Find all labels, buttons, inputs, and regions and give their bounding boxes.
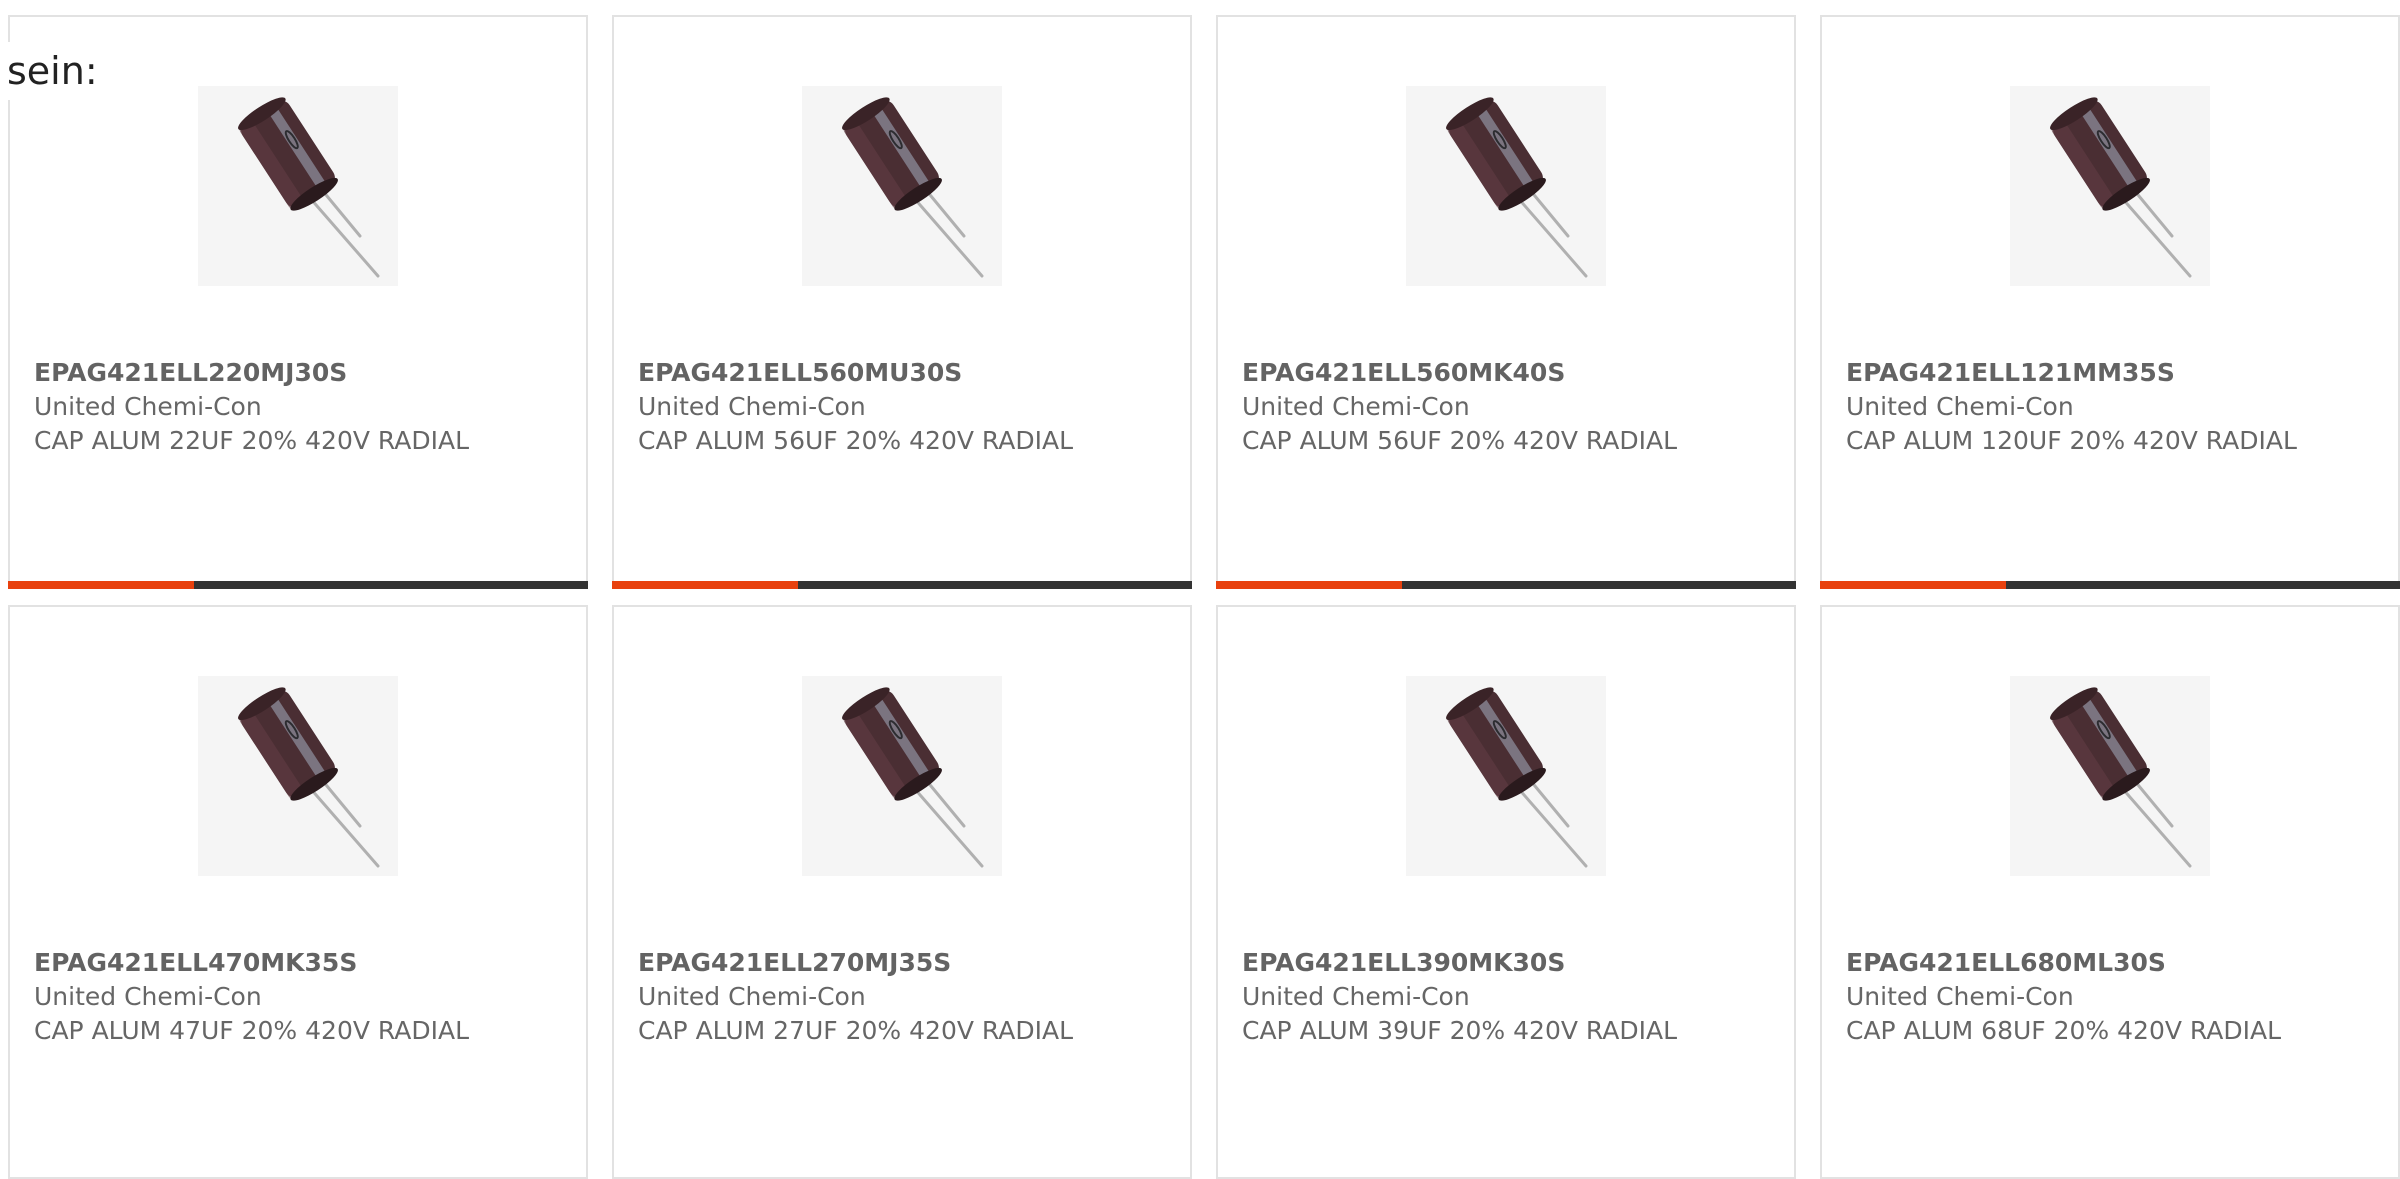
card-bottom-bar: [1820, 581, 2400, 589]
intro-text: sein:: [7, 42, 98, 100]
product-card[interactable]: EPAG421ELL560MU30S United Chemi-Con CAP …: [612, 15, 1192, 589]
product-card[interactable]: EPAG421ELL560MK40S United Chemi-Con CAP …: [1216, 15, 1796, 589]
part-number[interactable]: EPAG421ELL680ML30S: [1846, 946, 2376, 980]
product-info: EPAG421ELL220MJ30S United Chemi-Con CAP …: [34, 356, 564, 458]
product-info: EPAG421ELL121MM35S United Chemi-Con CAP …: [1846, 356, 2376, 458]
description: CAP ALUM 56UF 20% 420V RADIAL: [638, 426, 1074, 455]
description: CAP ALUM 68UF 20% 420V RADIAL: [1846, 1016, 2282, 1045]
card-bar-accent: [612, 581, 798, 589]
product-card[interactable]: EPAG421ELL680ML30S United Chemi-Con CAP …: [1820, 605, 2400, 1179]
manufacturer: United Chemi-Con: [638, 392, 866, 421]
card-bar-accent: [8, 581, 194, 589]
description: CAP ALUM 120UF 20% 420V RADIAL: [1846, 426, 2297, 455]
manufacturer: United Chemi-Con: [1846, 982, 2074, 1011]
radial-electrolytic-capacitor-icon: [198, 676, 398, 876]
description: CAP ALUM 27UF 20% 420V RADIAL: [638, 1016, 1074, 1045]
card-bar-accent: [1216, 581, 1402, 589]
product-info: EPAG421ELL560MK40S United Chemi-Con CAP …: [1242, 356, 1772, 458]
card-bottom-bar: [612, 581, 1192, 589]
product-grid: EPAG421ELL220MJ30S United Chemi-Con CAP …: [8, 15, 2400, 1179]
product-info: EPAG421ELL680ML30S United Chemi-Con CAP …: [1846, 946, 2376, 1048]
product-card[interactable]: EPAG421ELL220MJ30S United Chemi-Con CAP …: [8, 15, 588, 589]
part-number[interactable]: EPAG421ELL121MM35S: [1846, 356, 2376, 390]
description: CAP ALUM 22UF 20% 420V RADIAL: [34, 426, 470, 455]
card-bar-accent: [1820, 581, 2006, 589]
manufacturer: United Chemi-Con: [1242, 392, 1470, 421]
radial-electrolytic-capacitor-icon: [802, 86, 1002, 286]
product-info: EPAG421ELL390MK30S United Chemi-Con CAP …: [1242, 946, 1772, 1048]
product-card[interactable]: EPAG421ELL121MM35S United Chemi-Con CAP …: [1820, 15, 2400, 589]
product-info: EPAG421ELL470MK35S United Chemi-Con CAP …: [34, 946, 564, 1048]
part-number[interactable]: EPAG421ELL220MJ30S: [34, 356, 564, 390]
card-bottom-bar: [1216, 581, 1796, 589]
part-number[interactable]: EPAG421ELL560MK40S: [1242, 356, 1772, 390]
card-bottom-bar: [8, 581, 588, 589]
manufacturer: United Chemi-Con: [638, 982, 866, 1011]
part-number[interactable]: EPAG421ELL390MK30S: [1242, 946, 1772, 980]
product-card[interactable]: EPAG421ELL390MK30S United Chemi-Con CAP …: [1216, 605, 1796, 1179]
part-number[interactable]: EPAG421ELL270MJ35S: [638, 946, 1168, 980]
part-number[interactable]: EPAG421ELL560MU30S: [638, 356, 1168, 390]
part-number[interactable]: EPAG421ELL470MK35S: [34, 946, 564, 980]
description: CAP ALUM 47UF 20% 420V RADIAL: [34, 1016, 470, 1045]
radial-electrolytic-capacitor-icon: [1406, 86, 1606, 286]
description: CAP ALUM 39UF 20% 420V RADIAL: [1242, 1016, 1678, 1045]
product-info: EPAG421ELL560MU30S United Chemi-Con CAP …: [638, 356, 1168, 458]
radial-electrolytic-capacitor-icon: [2010, 86, 2210, 286]
radial-electrolytic-capacitor-icon: [198, 86, 398, 286]
manufacturer: United Chemi-Con: [1242, 982, 1470, 1011]
radial-electrolytic-capacitor-icon: [802, 676, 1002, 876]
radial-electrolytic-capacitor-icon: [1406, 676, 1606, 876]
product-card[interactable]: EPAG421ELL270MJ35S United Chemi-Con CAP …: [612, 605, 1192, 1179]
radial-electrolytic-capacitor-icon: [2010, 676, 2210, 876]
manufacturer: United Chemi-Con: [34, 982, 262, 1011]
product-card[interactable]: EPAG421ELL470MK35S United Chemi-Con CAP …: [8, 605, 588, 1179]
product-info: EPAG421ELL270MJ35S United Chemi-Con CAP …: [638, 946, 1168, 1048]
manufacturer: United Chemi-Con: [34, 392, 262, 421]
description: CAP ALUM 56UF 20% 420V RADIAL: [1242, 426, 1678, 455]
manufacturer: United Chemi-Con: [1846, 392, 2074, 421]
